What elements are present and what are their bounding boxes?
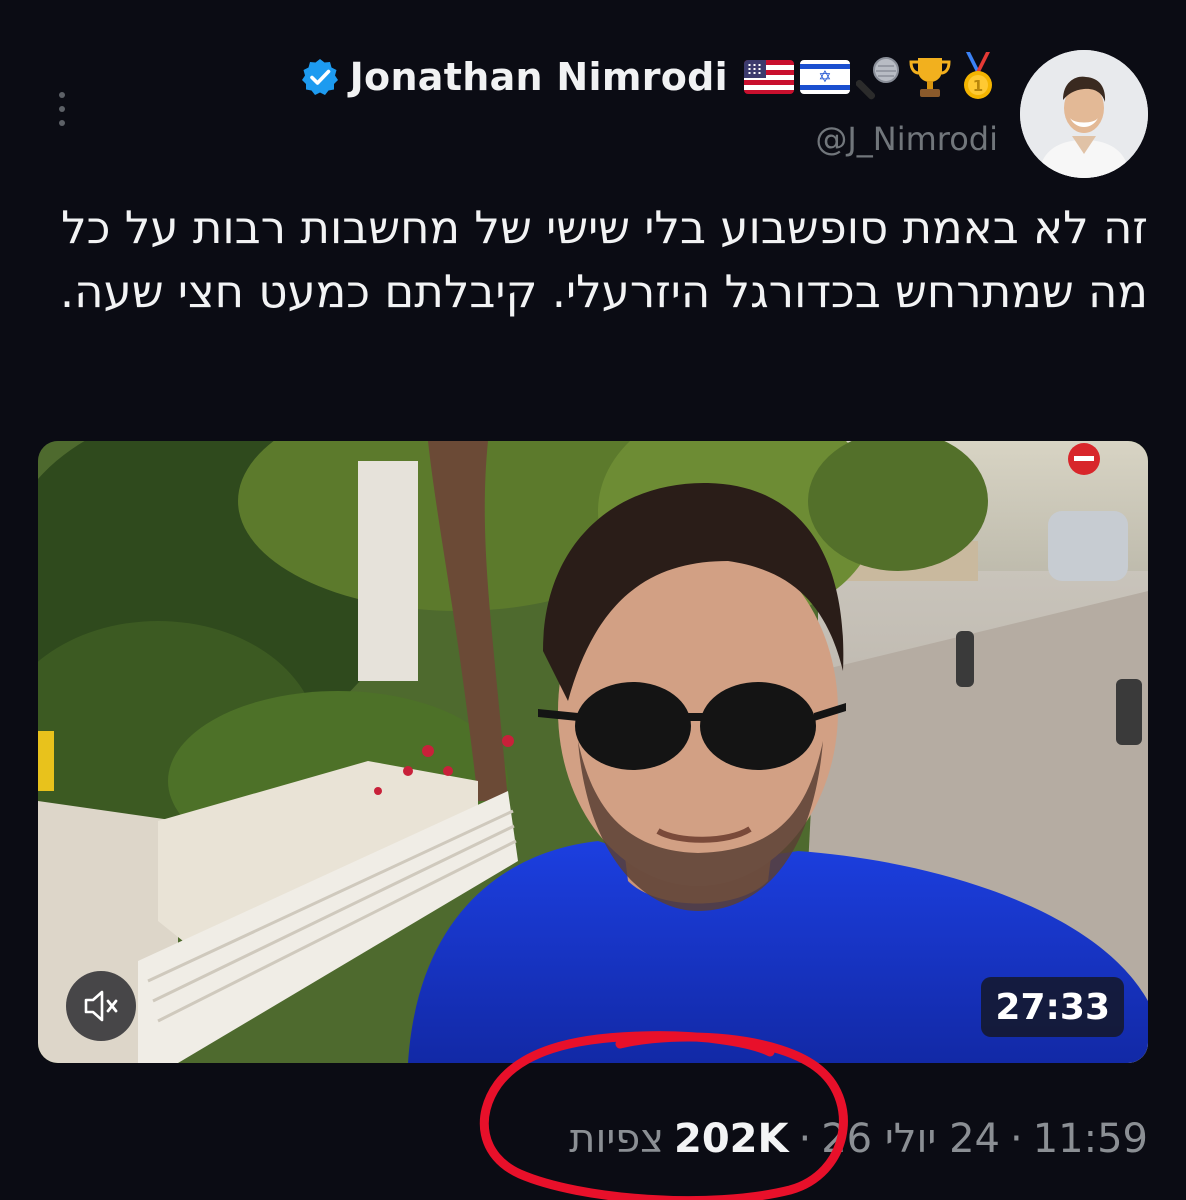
svg-text:1: 1 xyxy=(973,77,983,95)
speaker-muted-icon xyxy=(84,990,118,1022)
author-handle[interactable]: @J_Nimrodi xyxy=(815,120,998,158)
gold-medal-icon: 1 xyxy=(964,52,992,99)
more-options-button[interactable] xyxy=(44,82,80,136)
video-duration-badge: 27:33 xyxy=(981,977,1124,1037)
more-dot xyxy=(59,92,65,98)
name-emojis: ✡ 1 xyxy=(744,52,998,102)
microphone-icon xyxy=(856,57,899,100)
flag-us-icon xyxy=(744,60,794,94)
tweet-date[interactable]: 24 יולי 26 xyxy=(821,1116,1000,1162)
avatar[interactable] xyxy=(1020,50,1148,178)
author-name-row[interactable]: Jonathan Nimrodi ✡ 1 xyxy=(300,52,998,102)
avatar-photo xyxy=(1020,50,1148,178)
tweet-meta: צפיות 202K · 24 יולי 26 · 11:59 xyxy=(569,1114,1148,1164)
meta-separator: · xyxy=(798,1116,812,1162)
views-count[interactable]: 202K xyxy=(674,1116,789,1162)
mute-toggle-button[interactable] xyxy=(66,971,136,1041)
verified-badge-icon xyxy=(301,59,338,95)
more-dot xyxy=(59,120,65,126)
more-dot xyxy=(59,106,65,112)
tweet-text: זה לא באמת סופשבוע בלי שישי של מחשבות רב… xyxy=(59,201,1148,318)
video-player[interactable]: 27:33 xyxy=(38,441,1148,1063)
views-label: צפיות xyxy=(569,1116,665,1162)
meta-separator: · xyxy=(1010,1116,1023,1162)
author-display-name[interactable]: Jonathan Nimrodi xyxy=(350,55,728,99)
trophy-icon xyxy=(909,58,951,97)
tweet-time[interactable]: 11:59 xyxy=(1033,1116,1148,1162)
flag-il-icon: ✡ xyxy=(800,60,850,94)
video-thumbnail xyxy=(38,441,1148,1063)
